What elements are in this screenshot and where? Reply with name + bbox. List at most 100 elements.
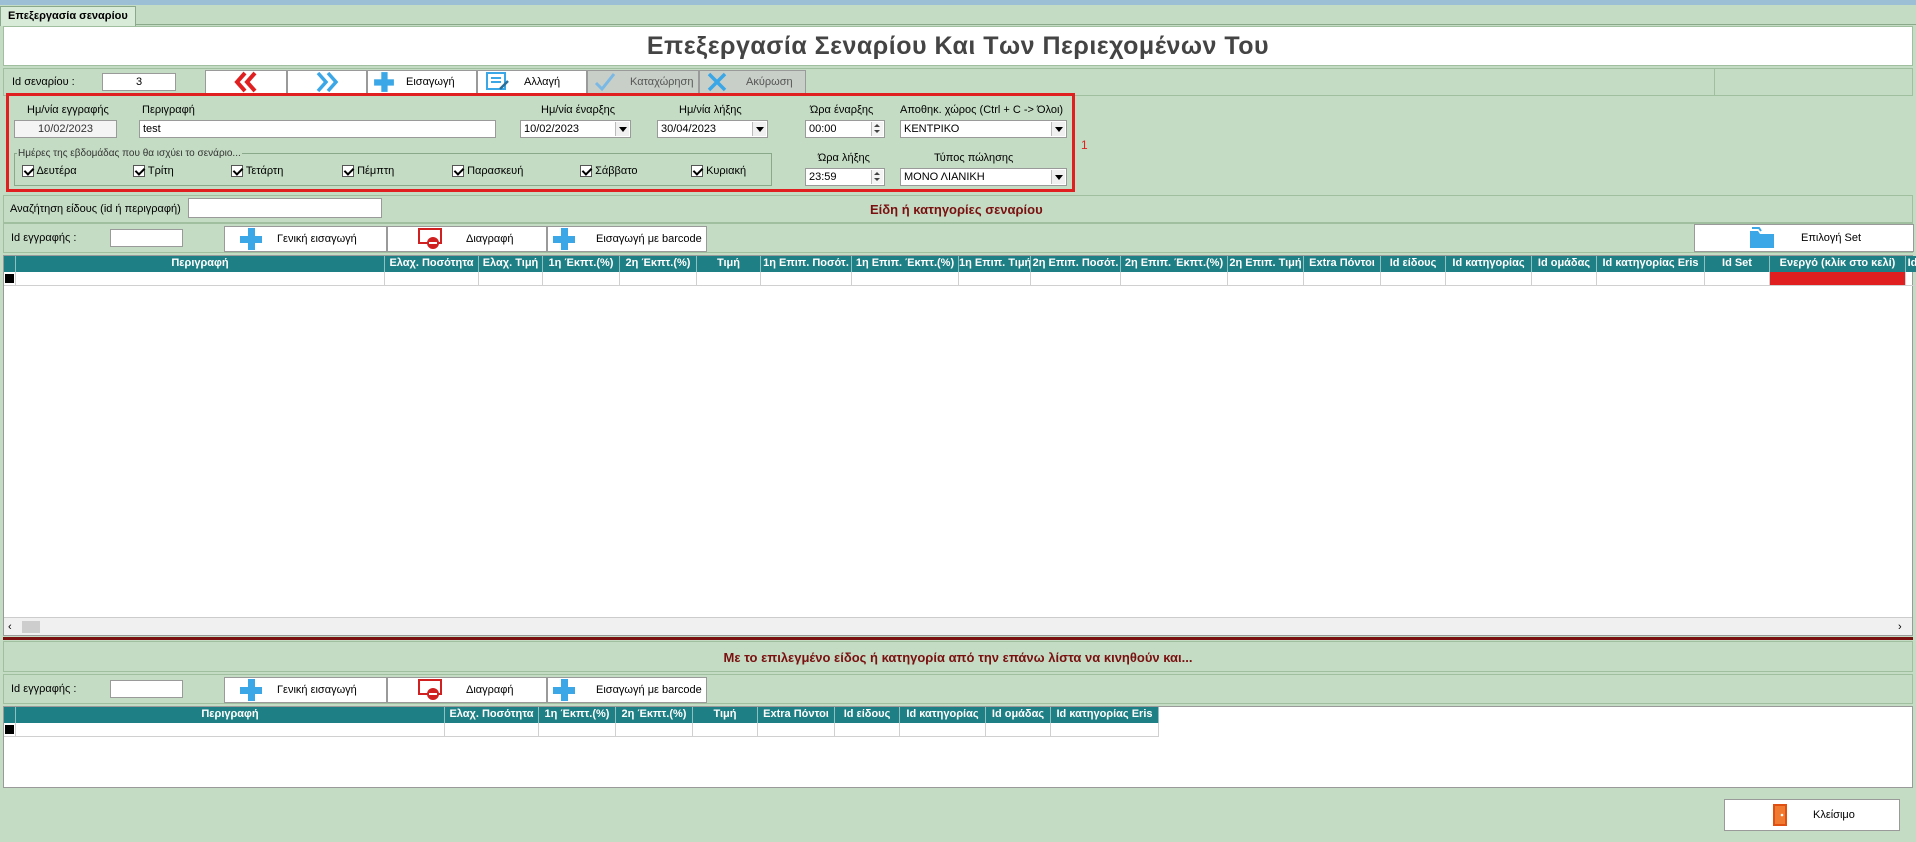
related-barcode-insert-button[interactable]: Εισαγωγή με barcode <box>547 677 707 703</box>
table-cell[interactable] <box>16 723 445 737</box>
day-sunday[interactable]: Κυριακή <box>691 165 746 178</box>
column-header[interactable]: 1η Έκπτ.(%) <box>539 707 616 723</box>
checkbox-checked-icon[interactable] <box>691 165 703 178</box>
checkbox-checked-icon[interactable] <box>231 165 243 178</box>
table-cell[interactable] <box>761 272 852 286</box>
items-grid[interactable]: Περιγραφή Ελαχ. Ποσότητα Ελαχ. Τιμή 1η Έκπτ… <box>3 255 1916 636</box>
column-header[interactable]: Extra Πόντοι <box>758 707 835 723</box>
table-cell[interactable] <box>986 723 1051 737</box>
column-header[interactable]: Id ομάδας <box>1532 256 1597 272</box>
column-header[interactable]: Περιγραφή <box>16 707 445 723</box>
change-button[interactable]: Αλλαγή <box>477 70 587 94</box>
column-header[interactable]: 2η Επιπ. Τιμή <box>1228 256 1304 272</box>
column-header[interactable]: Ελαχ. Ποσότητα <box>385 256 479 272</box>
table-cell[interactable] <box>1597 272 1705 286</box>
start-date-picker[interactable]: 10/02/2023 <box>520 120 631 138</box>
table-cell[interactable] <box>693 723 758 737</box>
column-header[interactable]: Ελαχ. Τιμή <box>479 256 543 272</box>
column-header[interactable]: 2η Επιπ. Έκπτ.(%) <box>1121 256 1228 272</box>
column-header[interactable]: Ενεργό (κλίκ στο κελί) <box>1770 256 1906 272</box>
table-cell[interactable] <box>758 723 835 737</box>
scroll-right-icon[interactable]: › <box>1898 621 1902 633</box>
day-friday[interactable]: Παρασκευή <box>452 165 523 178</box>
table-row[interactable] <box>4 272 1916 286</box>
table-cell[interactable] <box>1121 272 1228 286</box>
column-header[interactable]: Id Set <box>1705 256 1770 272</box>
table-cell[interactable] <box>1381 272 1446 286</box>
select-set-button[interactable]: Επιλογή Set <box>1694 224 1914 252</box>
column-header[interactable]: Id είδους <box>835 707 900 723</box>
column-header[interactable]: 1η Έκπτ.(%) <box>543 256 620 272</box>
column-header[interactable]: Id κατηγορίας Eris <box>1597 256 1705 272</box>
table-cell[interactable] <box>1031 272 1121 286</box>
checkbox-checked-icon[interactable] <box>580 165 592 178</box>
scrollbar-thumb[interactable] <box>22 621 40 633</box>
chevron-down-icon[interactable] <box>615 122 629 136</box>
column-header[interactable]: Extra Πόντοι <box>1304 256 1381 272</box>
end-date-picker[interactable]: 30/04/2023 <box>657 120 768 138</box>
table-cell[interactable] <box>445 723 539 737</box>
spin-arrows-icon[interactable] <box>871 170 883 184</box>
column-header[interactable]: Id κατηγορίας Eris <box>1051 707 1159 723</box>
column-header[interactable]: Τιμή <box>697 256 761 272</box>
related-grid[interactable]: Περιγραφή Ελαχ. Ποσότητα 1η Έκπτ.(%) 2η Έκπ… <box>3 706 1913 788</box>
checkbox-checked-icon[interactable] <box>22 165 34 178</box>
table-cell[interactable] <box>1770 272 1906 286</box>
column-header[interactable]: 2η Έκπτ.(%) <box>616 707 693 723</box>
column-header[interactable]: Ελαχ. Ποσότητα <box>445 707 539 723</box>
table-cell[interactable] <box>1446 272 1532 286</box>
insert-button[interactable]: Εισαγωγή <box>367 70 477 94</box>
splitter-bar[interactable] <box>3 637 1913 640</box>
item-id-reg-field[interactable] <box>110 229 183 247</box>
end-time-spinner[interactable]: 23:59 <box>805 168 885 186</box>
scroll-left-icon[interactable]: ‹ <box>8 621 12 633</box>
description-field[interactable]: test <box>139 120 496 138</box>
checkbox-checked-icon[interactable] <box>452 165 464 178</box>
table-cell[interactable] <box>900 723 986 737</box>
cancel-button[interactable]: Ακύρωση <box>699 70 806 94</box>
column-header[interactable]: Περιγραφή <box>16 256 385 272</box>
chevron-down-icon[interactable] <box>752 122 766 136</box>
table-cell[interactable] <box>539 723 616 737</box>
table-cell[interactable] <box>1906 272 1916 286</box>
table-cell[interactable] <box>543 272 620 286</box>
day-saturday[interactable]: Σάββατο <box>580 165 638 178</box>
save-button[interactable]: Καταχώρηση <box>587 70 699 94</box>
table-cell[interactable] <box>479 272 543 286</box>
start-time-spinner[interactable]: 00:00 <box>805 120 885 138</box>
related-id-reg-field[interactable] <box>110 680 183 698</box>
item-search-input[interactable] <box>188 198 382 218</box>
column-header[interactable]: 1η Επιπ. Έκπτ.(%) <box>852 256 959 272</box>
table-cell[interactable] <box>1228 272 1304 286</box>
day-tuesday[interactable]: Τρίτη <box>133 165 174 178</box>
table-cell[interactable] <box>1532 272 1597 286</box>
table-cell[interactable] <box>1051 723 1159 737</box>
related-general-insert-button[interactable]: Γενική εισαγωγή <box>224 677 387 703</box>
chevron-down-icon[interactable] <box>1051 170 1065 184</box>
table-cell[interactable] <box>385 272 479 286</box>
day-thursday[interactable]: Πέμπτη <box>342 165 394 178</box>
table-cell[interactable] <box>852 272 959 286</box>
column-header[interactable]: Id <box>1906 256 1916 272</box>
barcode-insert-button[interactable]: Εισαγωγή με barcode <box>547 226 707 252</box>
chevron-down-icon[interactable] <box>1051 122 1065 136</box>
column-header[interactable]: 1η Επιπ. Ποσότ. <box>761 256 852 272</box>
related-delete-button[interactable]: Διαγραφή <box>387 677 547 703</box>
table-cell[interactable] <box>16 272 385 286</box>
column-header[interactable]: Id ομάδας <box>986 707 1051 723</box>
table-cell[interactable] <box>1304 272 1381 286</box>
column-header[interactable]: Id είδους <box>1381 256 1446 272</box>
table-cell[interactable] <box>959 272 1031 286</box>
spin-arrows-icon[interactable] <box>871 122 883 136</box>
table-cell[interactable] <box>697 272 761 286</box>
checkbox-checked-icon[interactable] <box>133 165 145 178</box>
checkbox-checked-icon[interactable] <box>342 165 354 178</box>
day-monday[interactable]: Δευτέρα <box>22 165 77 178</box>
day-wednesday[interactable]: Τετάρτη <box>231 165 283 178</box>
table-cell[interactable] <box>1705 272 1770 286</box>
scenario-id-field[interactable]: 3 <box>102 73 176 91</box>
column-header[interactable]: Τιμή <box>693 707 758 723</box>
row-selector[interactable] <box>4 723 16 737</box>
next-record-button[interactable] <box>287 70 367 94</box>
table-cell[interactable] <box>835 723 900 737</box>
